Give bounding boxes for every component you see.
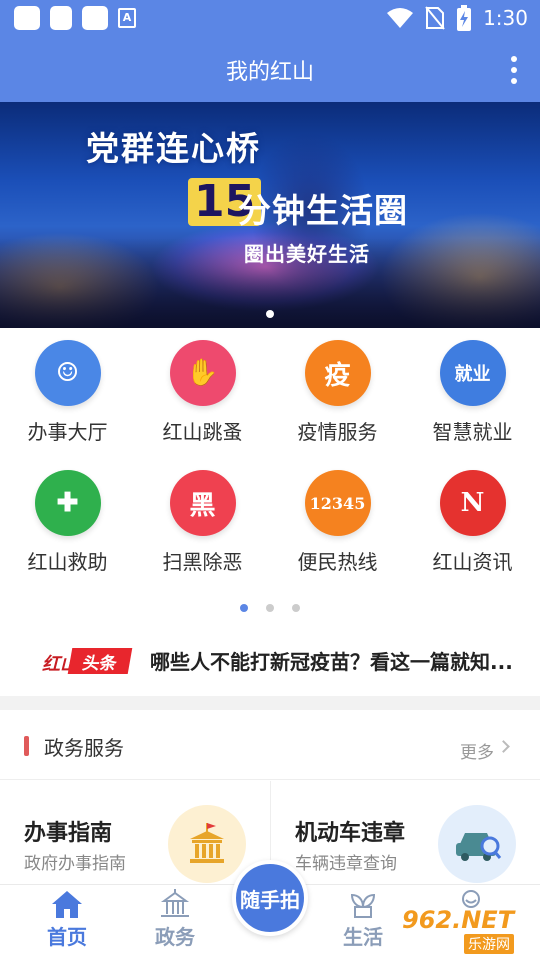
quick-menu-grid: ☺ 办事大厅 ✋ 红山跳蚤疫疫情服务 就业 智慧就业 ✚ 红山救助黑扫黑除恶 12345 便民热线… [0,340,540,586]
banner-tagline: 圈出美好生活 [244,242,370,266]
quick-menu-glyph: N [460,488,485,518]
pager-dot[interactable] [266,604,274,612]
service-hall-icon: ☺ [34,340,101,406]
banner-title: 党群连心桥 [86,129,261,168]
banner-pager [0,310,540,318]
nav-label: 首页 [47,925,87,949]
notification-icon [82,6,108,30]
page-title: 我的红山 [225,60,314,85]
quick-menu-glyph: ✚ [56,488,79,518]
more-link-label: 更多 [460,743,494,763]
quick-menu-label: 疫情服务 [297,420,378,444]
watermark-site: 962.NET [402,906,515,934]
pager-dot[interactable] [240,604,248,612]
handshake-icon: ✋ [169,340,236,406]
nav-item-home[interactable]: 首页 [22,889,112,950]
no-sim-icon [425,6,445,30]
notification-icon [14,6,40,30]
chevron-right-icon [497,740,510,753]
quick-menu-glyph: 黑 [189,490,216,521]
card-subtitle: 车辆违章查询 [295,854,397,874]
quick-menu-glyph: ☺ [55,358,80,388]
banner-pager-dot [266,310,274,318]
quick-menu-item[interactable]: ☺ 办事大厅 [0,340,135,456]
battery-charging-icon [457,5,472,31]
wifi-icon [387,8,414,28]
quick-menu-label: 红山跳蚤 [162,420,243,444]
headline-text[interactable]: 哪些人不能打新冠疫苗？看这一篇就知... [150,646,522,675]
quick-menu-item[interactable]: N 红山资讯 [405,470,540,586]
quick-menu-label: 便民热线 [297,550,378,574]
home-icon [52,891,82,918]
quick-menu-pager [0,604,540,612]
banner-carousel[interactable]: 党群连心桥 15 分钟生活圈 圈出美好生活 [0,102,540,328]
sprout-icon [350,893,376,918]
quick-menu-item[interactable]: ✋ 红山跳蚤 [135,340,270,456]
gov-section-header: 政务服务 更多 [0,710,540,780]
quick-menu-glyph: 就业 [454,364,491,385]
status-bar: A 1:30 [0,0,540,36]
quick-menu-item[interactable]: ✚ 红山救助 [0,470,135,586]
quick-menu-item[interactable]: 就业 智慧就业 [405,340,540,456]
headline-logo-tag: 头条 [67,648,133,674]
epidemic-icon: 疫 [304,340,371,406]
status-bar-notifications: A [14,6,136,30]
anti-crime-icon: 黑 [169,470,236,536]
card-title: 办事指南 [24,821,113,846]
quick-menu-item[interactable]: 12345 便民热线 [270,470,405,586]
quick-menu-glyph: 疫 [324,360,351,391]
clock: 1:30 [483,6,528,30]
quick-menu-glyph: ✋ [186,358,219,388]
hotline-icon: 12345 [304,470,371,536]
more-link[interactable]: 更多 [460,738,494,763]
snapshot-fab-button[interactable]: 随手拍 [232,860,308,936]
government-building-icon [168,805,246,883]
nav-item-life[interactable]: 生活 [318,889,408,950]
banner-subtitle: 分钟生活圈 [238,191,408,230]
employment-icon: 就业 [439,340,506,406]
section-title: 政务服务 [44,736,124,760]
quick-menu-label: 红山救助 [27,550,108,574]
pager-dot[interactable] [292,604,300,612]
site-watermark: 962.NET 乐游网 [398,906,538,958]
nav-item-gov[interactable]: 政务 [130,889,220,950]
nav-label: 生活 [343,925,383,949]
section-accent-bar [24,736,29,756]
service-card-guide[interactable]: 办事指南 政府办事指南 [0,781,270,885]
government-icon [160,889,190,917]
status-bar-system: 1:30 [387,5,528,31]
section-divider [0,696,540,710]
headline-ticker[interactable]: 红山 头条 哪些人不能打新冠疫苗？看这一篇就知... [0,630,540,690]
quick-menu-label: 智慧就业 [432,420,513,444]
headline-logo: 红山 头条 [24,648,133,675]
quick-menu-label: 红山资讯 [432,550,513,574]
accessibility-icon: A [118,8,136,28]
quick-menu-item[interactable]: 疫疫情服务 [270,340,405,456]
quick-menu-label: 扫黑除恶 [162,550,243,574]
card-title: 机动车违章 [295,821,406,846]
quick-menu-label: 办事大厅 [27,420,108,444]
app-bar: 我的红山 [0,36,540,102]
news-icon: N [439,470,506,536]
relief-icon: ✚ [34,470,101,536]
watermark-sub: 乐游网 [464,934,514,954]
quick-menu-glyph: 12345 [309,493,366,513]
car-search-icon [438,805,516,883]
nav-label: 政务 [155,925,195,949]
quick-menu-item[interactable]: 黑扫黑除恶 [135,470,270,586]
more-vertical-icon[interactable] [510,56,518,84]
notification-icon [50,6,72,30]
card-subtitle: 政府办事指南 [24,854,126,874]
service-card-traffic[interactable]: 机动车违章 车辆违章查询 [270,781,540,885]
